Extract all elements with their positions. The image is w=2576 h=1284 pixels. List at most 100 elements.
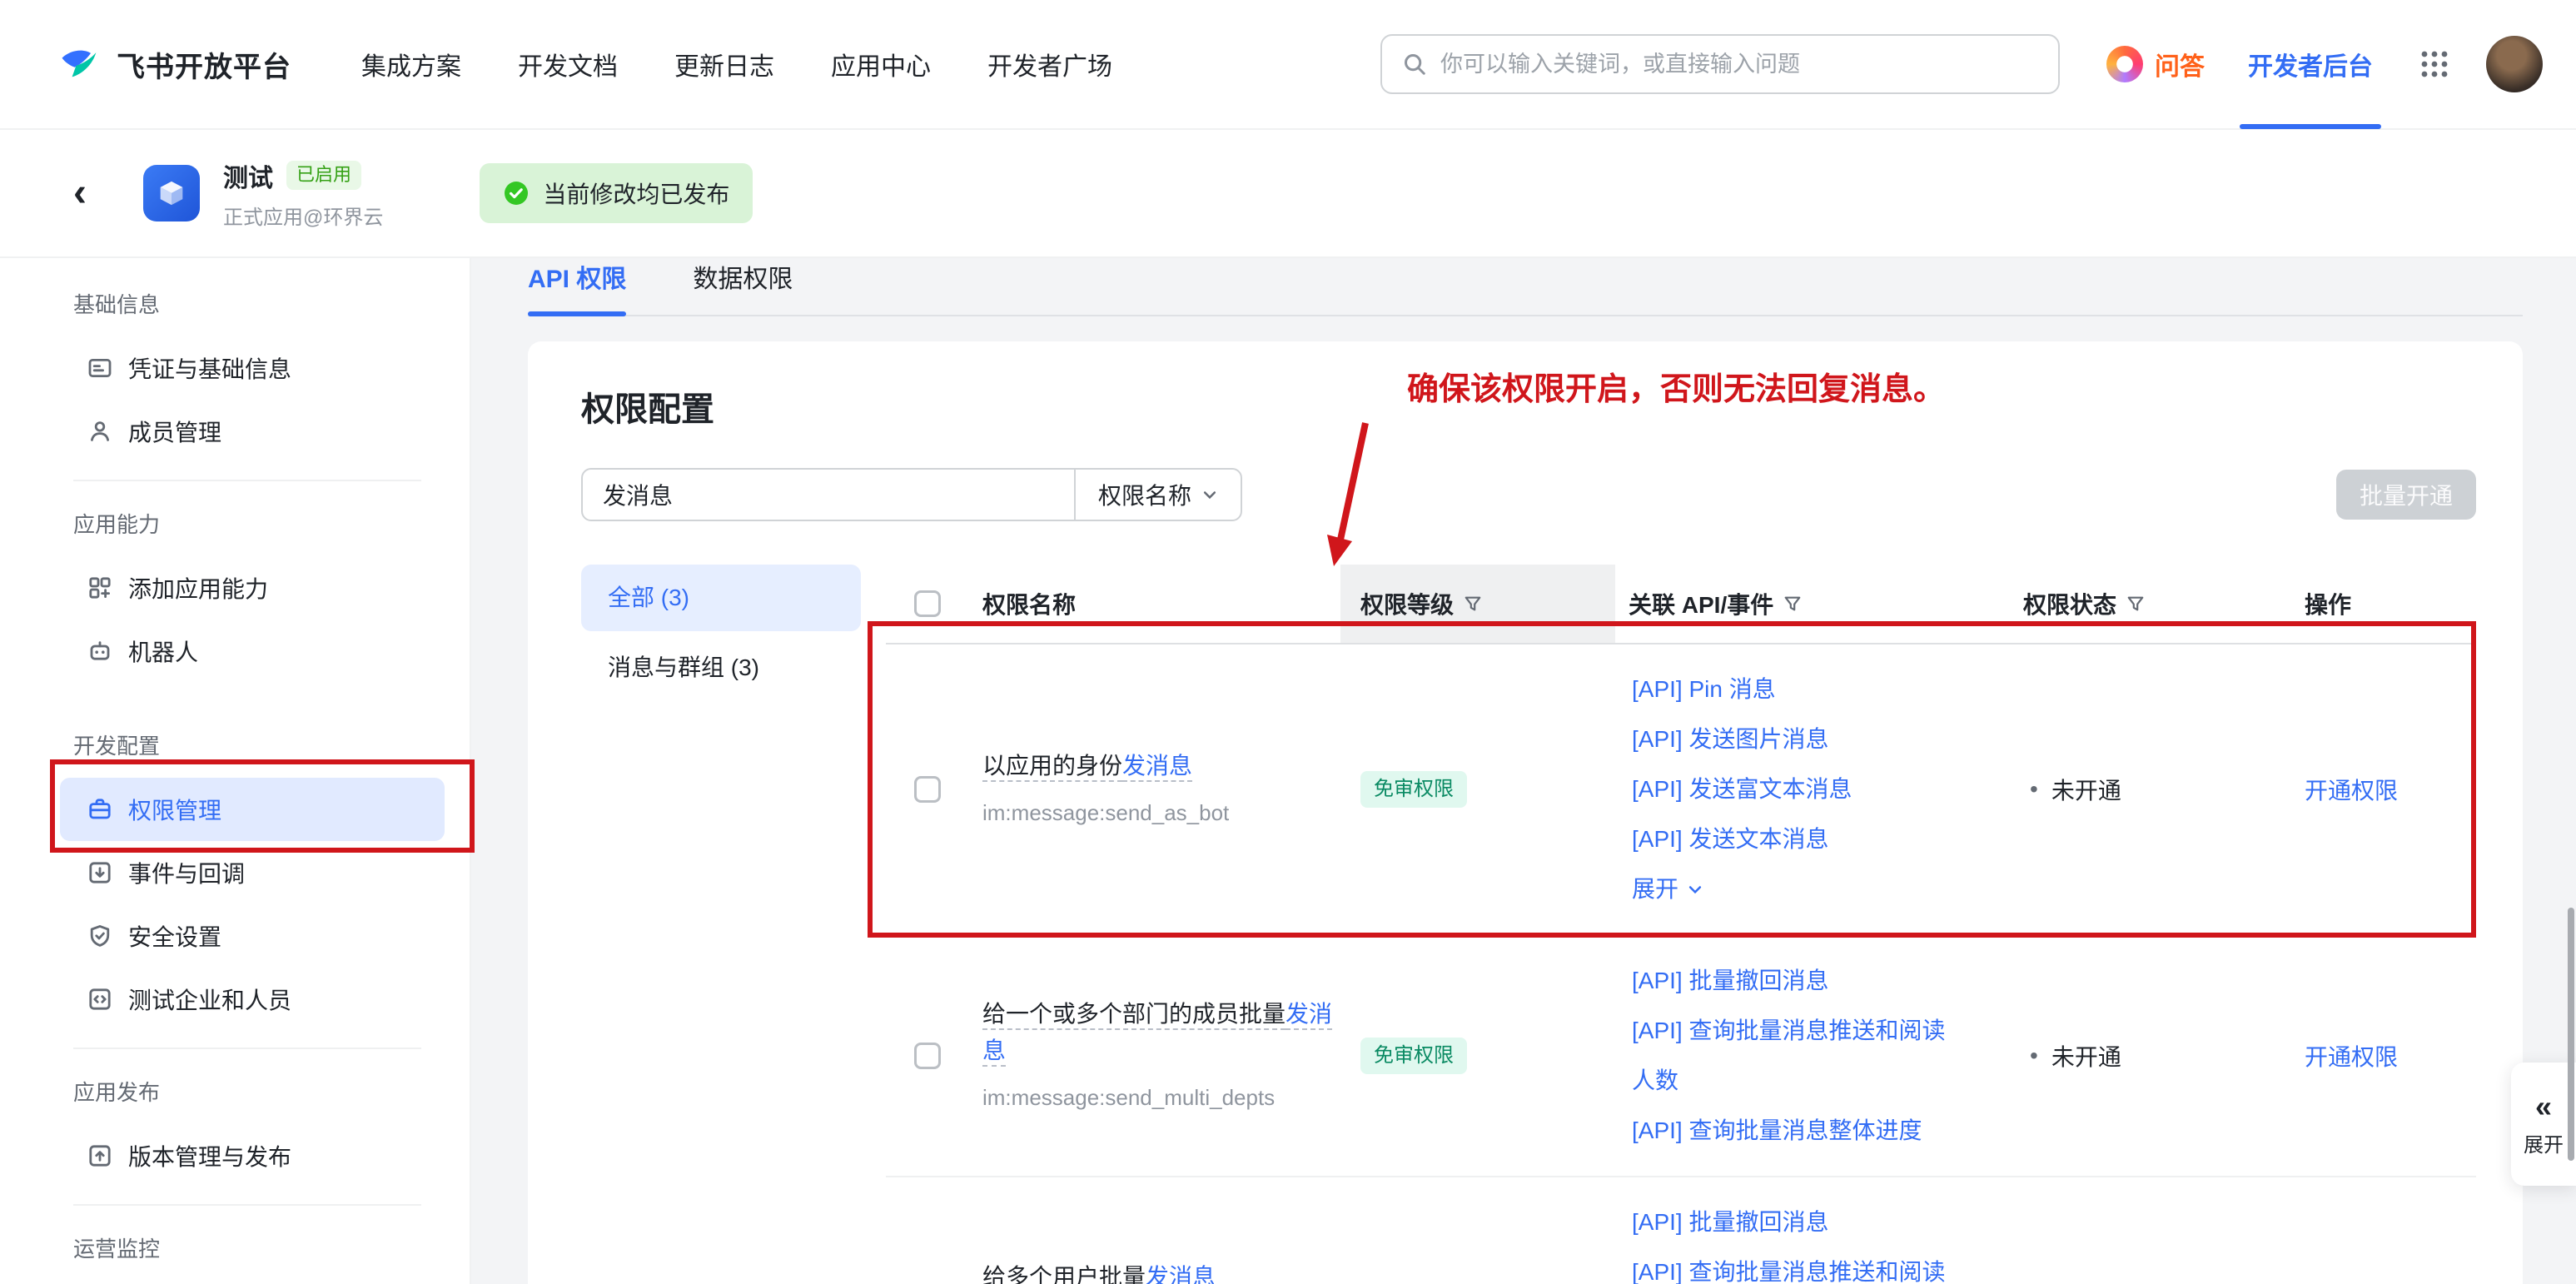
filter-item-all[interactable]: 全部 (3) — [581, 565, 861, 631]
check-circle-icon — [503, 180, 530, 207]
sidebar-item-version-release[interactable]: 版本管理与发布 — [60, 1124, 445, 1187]
batch-enable-button[interactable]: 批量开通 — [2336, 470, 2476, 520]
back-button[interactable]: ‹ — [73, 173, 107, 213]
category-filter-nav: 全部 (3) 消息与群组 (3) — [581, 565, 886, 1284]
permission-level-cell: 免审权限 — [1340, 1038, 1615, 1075]
api-link[interactable]: [API] 查询批量消息推送和阅读 — [1632, 1247, 1950, 1284]
nav-item-docs[interactable]: 开发文档 — [518, 46, 618, 82]
permission-config-card: 权限配置 权限名称 批量开通 全部 (3) 消息与群组 (3) — [528, 341, 2523, 1284]
sidebar-item-test-company[interactable]: 测试企业和人员 — [60, 968, 445, 1031]
publish-status-pill: 当前修改均已发布 — [480, 163, 753, 223]
status-dot-icon: • — [2030, 1044, 2038, 1068]
main-content: API 权限 数据权限 权限配置 权限名称 批量开通 全部 (3) 消息与群组 … — [471, 258, 2576, 1284]
expand-apis-link[interactable]: 展开 — [1632, 864, 1703, 914]
permission-name-cell: 给一个或多个部门的成员批量发消息 im:message:send_multi_d… — [969, 996, 1340, 1116]
navbar-search[interactable] — [1380, 34, 2060, 94]
shield-check-icon — [87, 923, 113, 949]
top-navbar: 飞书开放平台 集成方案 开发文档 更新日志 应用中心 开发者广场 问答 开发者后… — [0, 0, 2576, 130]
action-cell: 开通权限 — [2235, 773, 2476, 806]
publish-status-text: 当前修改均已发布 — [543, 177, 729, 210]
sidebar-section-dev-config: 开发配置 — [60, 729, 445, 763]
filter-icon[interactable] — [2126, 595, 2145, 613]
enable-permission-link[interactable]: 开通权限 — [2235, 1044, 2398, 1070]
permission-status-cell: • 未开通 — [2010, 1039, 2235, 1072]
nav-item-integration[interactable]: 集成方案 — [361, 46, 461, 82]
status-text: 未开通 — [2051, 1039, 2121, 1072]
api-link[interactable]: [API] 批量撤回消息 — [1632, 1197, 1950, 1247]
level-tag: 免审权限 — [1360, 1038, 1467, 1075]
col-actions: 操作 — [2235, 565, 2476, 643]
nav-item-dev-plaza[interactable]: 开发者广场 — [987, 46, 1112, 82]
app-icon — [143, 165, 200, 221]
expand-panel-button[interactable]: « 展开 — [2511, 1063, 2576, 1186]
col-related-api: 关联 API/事件 — [1615, 565, 2010, 643]
developer-console-link[interactable]: 开发者后台 — [2248, 0, 2373, 129]
nav-item-changelog[interactable]: 更新日志 — [674, 46, 774, 82]
table-area: 全部 (3) 消息与群组 (3) 权限名称 权限等级 — [581, 565, 2476, 1284]
permissions-table: 权限名称 权限等级 关联 API/事件 权限状态 — [886, 565, 2476, 1284]
id-card-icon — [87, 355, 113, 381]
table-row: 给多个用户批量发消息 [API] 批量撤回消息 [API] 查询批量消息推送和阅… — [886, 1177, 2476, 1284]
permission-name[interactable]: 给多个用户批量发消息 — [982, 1264, 1216, 1284]
sidebar-item-events[interactable]: 事件与回调 — [60, 841, 445, 904]
level-tag: 免审权限 — [1360, 771, 1467, 809]
app-name: 测试 — [223, 157, 273, 194]
col-permission-name: 权限名称 — [969, 565, 1340, 643]
app-title-block: 测试 已启用 正式应用@环界云 — [223, 157, 383, 230]
table-row: 以应用的身份发消息 im:message:send_as_bot 免审权限 [A… — [886, 644, 2476, 936]
app-header: ‹ 测试 已启用 正式应用@环界云 — [0, 130, 2576, 258]
api-link[interactable]: [API] 发送富文本消息 — [1632, 764, 1950, 814]
sidebar-item-members[interactable]: 成员管理 — [60, 400, 445, 463]
sidebar-section-basic-info: 基础信息 — [60, 288, 445, 321]
avatar[interactable] — [2486, 36, 2543, 92]
status-text: 未开通 — [2051, 773, 2121, 806]
brand-title: 飞书开放平台 — [117, 44, 291, 85]
event-callback-icon — [87, 859, 113, 886]
sidebar-divider — [73, 480, 421, 481]
permission-search-input[interactable] — [583, 470, 1074, 520]
sidebar-item-security[interactable]: 安全设置 — [60, 904, 445, 968]
api-link[interactable]: [API] Pin 消息 — [1632, 664, 1950, 714]
permission-name[interactable]: 以应用的身份发消息 — [982, 753, 1192, 779]
search-type-select[interactable]: 权限名称 — [1074, 470, 1241, 520]
sidebar-divider — [73, 1204, 421, 1206]
filter-icon[interactable] — [1783, 595, 1802, 613]
api-link[interactable]: [API] 发送图片消息 — [1632, 714, 1950, 764]
sidebar-item-credentials[interactable]: 凭证与基础信息 — [60, 336, 445, 400]
row-checkbox[interactable] — [914, 776, 941, 803]
permission-code: im:message:send_as_bot — [982, 794, 1340, 831]
brand-home-link[interactable]: 飞书开放平台 — [57, 42, 291, 86]
row-checkbox[interactable] — [914, 1043, 941, 1069]
main-nav: 集成方案 开发文档 更新日志 应用中心 开发者广场 — [361, 46, 1112, 82]
api-link[interactable]: [API] 批量撤回消息 — [1632, 956, 1950, 1006]
apps-grid-icon[interactable] — [2419, 49, 2449, 79]
app-status-badge: 已启用 — [286, 161, 361, 189]
navbar-search-input[interactable] — [1440, 52, 2038, 77]
sidebar-item-add-capability[interactable]: 添加应用能力 — [60, 556, 445, 620]
api-link[interactable]: [API] 发送文本消息 — [1632, 814, 1950, 864]
sidebar-item-permissions[interactable]: 权限管理 — [60, 778, 445, 841]
permission-name[interactable]: 给一个或多个部门的成员批量发消息 — [982, 1001, 1332, 1063]
permission-code: im:message:send_multi_depts — [982, 1079, 1340, 1116]
tab-data-permissions[interactable]: 数据权限 — [693, 258, 793, 315]
qa-label: 问答 — [2155, 46, 2205, 82]
sidebar-item-bot[interactable]: 机器人 — [60, 620, 445, 683]
sidebar-section-monitoring: 运营监控 — [60, 1232, 445, 1266]
filter-item-message-group[interactable]: 消息与群组 (3) — [581, 635, 861, 701]
enable-permission-link[interactable]: 开通权限 — [2235, 778, 2398, 804]
col-permission-status: 权限状态 — [2010, 565, 2235, 643]
related-apis-cell: [API] Pin 消息 [API] 发送图片消息 [API] 发送富文本消息 … — [1615, 644, 2010, 934]
qa-link[interactable]: 问答 — [2106, 46, 2205, 82]
select-all-checkbox[interactable] — [914, 590, 941, 617]
filter-icon[interactable] — [1464, 595, 1482, 613]
tab-api-permissions[interactable]: API 权限 — [528, 258, 626, 315]
app-subtitle: 正式应用@环界云 — [223, 201, 383, 230]
api-link[interactable]: [API] 查询批量消息整体进度 — [1632, 1106, 1950, 1156]
nav-item-app-center[interactable]: 应用中心 — [831, 46, 931, 82]
col-permission-level: 权限等级 — [1340, 565, 1615, 643]
api-link[interactable]: [API] 查询批量消息推送和阅读人数 — [1632, 1006, 1950, 1106]
permission-level-cell: 免审权限 — [1340, 771, 1615, 809]
table-row: 给一个或多个部门的成员批量发消息 im:message:send_multi_d… — [886, 936, 2476, 1177]
briefcase-icon — [87, 796, 113, 823]
vertical-scrollbar-thumb[interactable] — [2568, 908, 2574, 1161]
